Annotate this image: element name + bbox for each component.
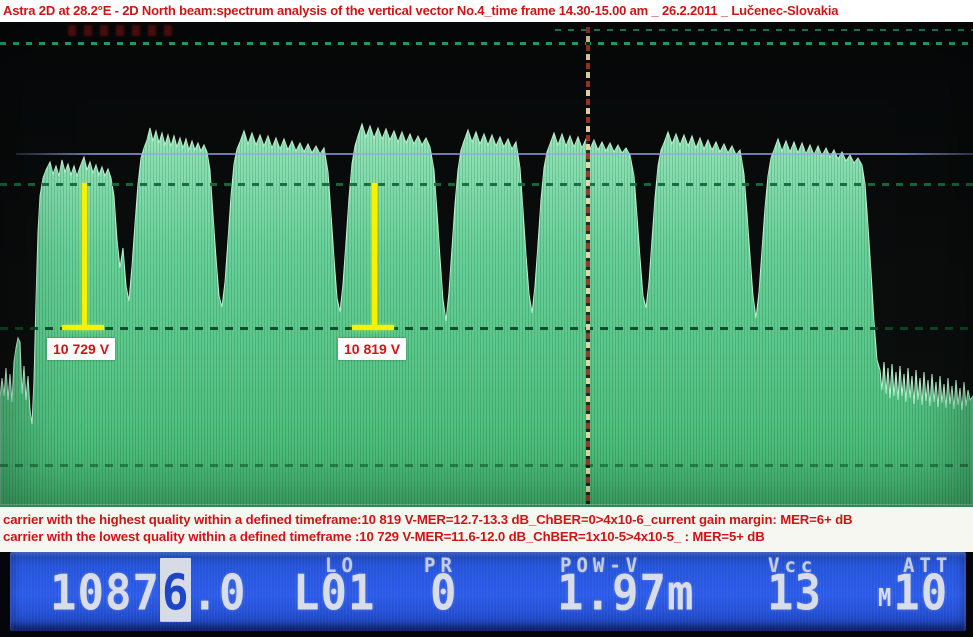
marker-line-icon bbox=[82, 183, 87, 330]
marker-tick-icon bbox=[62, 325, 104, 330]
analyzer-screen: Astra 2D at 28.2°E - 2D North beam:spect… bbox=[0, 0, 973, 637]
frequency-decimals: .0 bbox=[191, 565, 246, 622]
title-bar: Astra 2D at 28.2°E - 2D North beam:spect… bbox=[0, 0, 973, 22]
annotation-line-lowest: carrier with the lowest quality within a… bbox=[0, 528, 973, 545]
marker-label: 10 819 V bbox=[338, 338, 406, 360]
center-frequency-line bbox=[586, 27, 590, 504]
spectrum-trace bbox=[0, 22, 973, 505]
meter-panel: LO PR POW-V Vcc ATT 10876.0 L01 0 1.97m … bbox=[0, 552, 973, 637]
annotation-panel: carrier with the highest quality within … bbox=[0, 505, 973, 552]
marker-line-icon bbox=[372, 183, 377, 330]
marker-label: 10 729 V bbox=[47, 338, 115, 360]
frequency-digits: 1087 bbox=[50, 565, 160, 622]
att-value: M10 bbox=[878, 565, 948, 623]
annotation-line-highest: carrier with the highest quality within … bbox=[0, 511, 973, 528]
spectrum-display: 10 729 V 10 819 V bbox=[0, 22, 973, 505]
marker-tick-icon bbox=[352, 325, 394, 330]
lo-value: L01 bbox=[293, 565, 375, 623]
pr-value: 0 bbox=[430, 565, 458, 623]
att-mode-prefix: M bbox=[878, 585, 891, 613]
spectrum-texture bbox=[0, 124, 973, 505]
page-title: Astra 2D at 28.2°E - 2D North beam:spect… bbox=[0, 0, 973, 22]
pow-v-value: 1.97m bbox=[557, 565, 694, 623]
att-number: 10 bbox=[893, 565, 948, 622]
screen-artifact bbox=[68, 25, 172, 36]
vcc-value: 13 bbox=[767, 565, 822, 623]
selected-digit[interactable]: 6 bbox=[160, 558, 192, 622]
frequency-value[interactable]: 10876.0 bbox=[50, 565, 246, 623]
lcd-display: LO PR POW-V Vcc ATT 10876.0 L01 0 1.97m … bbox=[10, 552, 966, 631]
